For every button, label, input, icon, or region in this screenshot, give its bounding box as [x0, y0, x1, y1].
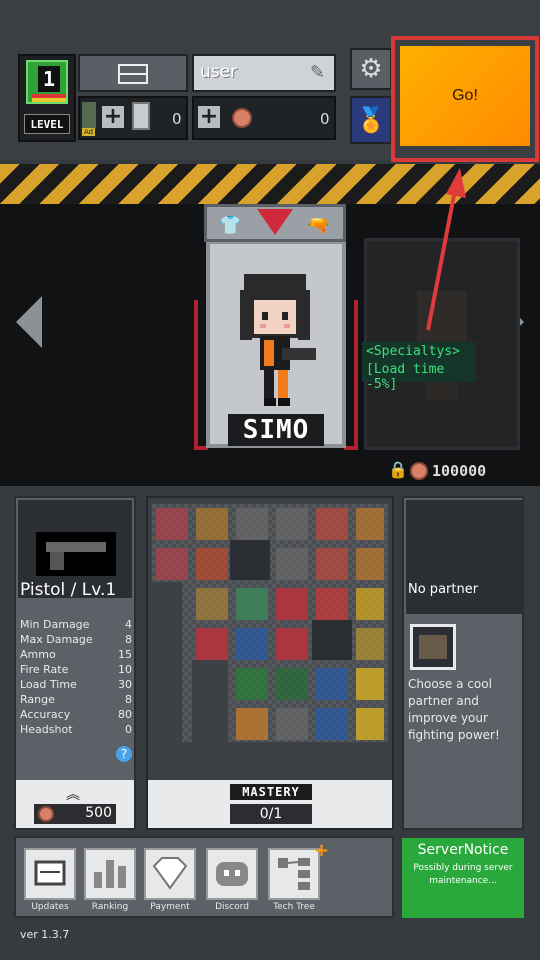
coin-icon — [232, 108, 252, 128]
stat-max-damage: Max Damage 8 — [20, 633, 132, 646]
new-badge-icon: + — [314, 840, 330, 861]
weapon-upgrade-button[interactable]: ︽ 500 — [16, 780, 134, 828]
partner-box-icon — [419, 635, 447, 659]
ticket-icon — [132, 102, 150, 130]
ticket-count: 0 — [172, 110, 182, 128]
stat-range: Range 8 — [20, 693, 132, 706]
card-accent-right — [344, 300, 358, 450]
version-label: ver 1.3.7 — [20, 928, 70, 941]
level-badge[interactable]: 1 LEVEL — [18, 54, 76, 142]
updates-button[interactable] — [24, 848, 76, 900]
settings-button[interactable]: ⚙ — [350, 48, 392, 90]
edit-pencil-icon[interactable]: ✎ — [310, 62, 325, 83]
unlock-price-value: 100000 — [432, 462, 487, 480]
unlock-price[interactable]: 🔒 100000 — [388, 458, 520, 484]
outfit-tab-icon[interactable]: 👕 — [219, 215, 241, 236]
coin-icon — [410, 462, 428, 480]
updates-icon — [34, 860, 66, 886]
tech-tree-button[interactable] — [268, 848, 320, 900]
ranking-button[interactable] — [84, 848, 136, 900]
help-icon[interactable]: ? — [116, 746, 132, 762]
level-icon: 1 — [26, 60, 68, 104]
character-name: SIMO — [228, 414, 324, 446]
mail-button[interactable] — [78, 54, 188, 92]
partner-placeholder-icon — [410, 624, 456, 670]
mastery-footer: MASTERY 0/1 — [148, 780, 392, 828]
partner-panel[interactable]: No partner Choose a cool partner and imp… — [402, 496, 524, 830]
mastery-label: MASTERY — [230, 784, 312, 800]
hazard-stripe — [0, 164, 540, 204]
add-ticket-button[interactable]: + — [102, 106, 124, 128]
add-coin-button[interactable]: + — [198, 106, 220, 128]
stat-accuracy: Accuracy 80 — [20, 708, 132, 721]
stat-min-damage: Min Damage 4 — [20, 618, 132, 631]
stat-fire-rate: Fire Rate 10 — [20, 663, 132, 676]
username-text: user — [200, 62, 238, 82]
character-sprite — [240, 274, 316, 406]
coin-icon — [38, 806, 54, 822]
weapon-name: Pistol / Lv.1 — [20, 580, 117, 600]
upgrade-cost: 500 — [34, 804, 116, 824]
upgrade-cost-value: 500 — [85, 805, 112, 821]
level-number: 1 — [38, 66, 60, 92]
prev-character-arrow[interactable] — [16, 296, 42, 348]
diamond-icon — [152, 857, 188, 890]
medal-icon: 🏅 — [356, 106, 386, 134]
mastery-progress: 0/1 — [230, 804, 312, 824]
specialty-tooltip: <Specialtys> [Load time -5%] — [362, 342, 476, 392]
username-field[interactable]: user ✎ — [192, 54, 336, 92]
lock-icon: 🔒 — [388, 460, 408, 479]
specialty-title: <Specialtys> — [366, 344, 460, 359]
discord-button[interactable] — [206, 848, 258, 900]
mail-icon — [118, 64, 148, 84]
character-card-tabs: 👕 🔫 — [204, 204, 346, 242]
partner-description: Choose a cool partner and improve your f… — [408, 677, 500, 742]
specialty-effect: [Load time -5%] — [366, 362, 445, 392]
tech-tree-icon — [278, 858, 310, 890]
server-notice-title: ServerNotice — [417, 842, 509, 858]
ticket-counter: Ad + 0 — [78, 96, 188, 140]
weapon-panel[interactable]: Pistol / Lv.1 Min Damage 4 Max Damage 8 Am… — [14, 496, 136, 830]
payment-button[interactable] — [144, 848, 196, 900]
partner-status: No partner — [408, 582, 479, 597]
server-notice[interactable]: ServerNotice Possibly during server main… — [402, 838, 524, 918]
level-label: LEVEL — [24, 114, 70, 134]
gun-tab-icon[interactable]: 🔫 — [307, 215, 329, 236]
payment-label: Payment — [150, 902, 190, 912]
ranking-label: Ranking — [91, 902, 129, 912]
discord-label: Discord — [215, 902, 249, 912]
partner-slot[interactable]: No partner — [406, 500, 522, 614]
mastery-panel: MASTERY 0/1 — [146, 496, 394, 830]
coin-counter: + 0 — [192, 96, 336, 140]
stat-headshot: Headshot 0 — [20, 723, 132, 736]
ranking-icon — [94, 860, 126, 888]
ad-label: Ad — [82, 128, 96, 136]
updates-label: Updates — [31, 902, 69, 912]
selected-marker-icon — [257, 209, 293, 235]
pistol-icon — [36, 532, 116, 576]
achievements-button[interactable]: 🏅 — [350, 96, 392, 144]
ad-ticket-icon — [82, 102, 96, 128]
character-card[interactable]: 👕 🔫 SIMO — [194, 200, 358, 450]
discord-icon — [216, 862, 248, 886]
server-notice-text: Possibly during server maintenance... — [413, 863, 513, 886]
level-bar-yellow — [32, 98, 66, 102]
tech-tree-label: Tech Tree — [273, 902, 315, 912]
go-button[interactable]: Go! — [400, 46, 530, 146]
gear-icon: ⚙ — [359, 54, 383, 84]
mastery-skill-grid[interactable] — [152, 504, 388, 742]
stat-ammo: Ammo 15 — [20, 648, 132, 661]
coin-count: 0 — [320, 110, 330, 128]
stat-load-time: Load Time 30 — [20, 678, 132, 691]
upgrade-chevron-icon: ︽ — [66, 787, 80, 803]
bottom-nav: Updates Ranking Payment Discord + Tech T… — [14, 836, 394, 918]
